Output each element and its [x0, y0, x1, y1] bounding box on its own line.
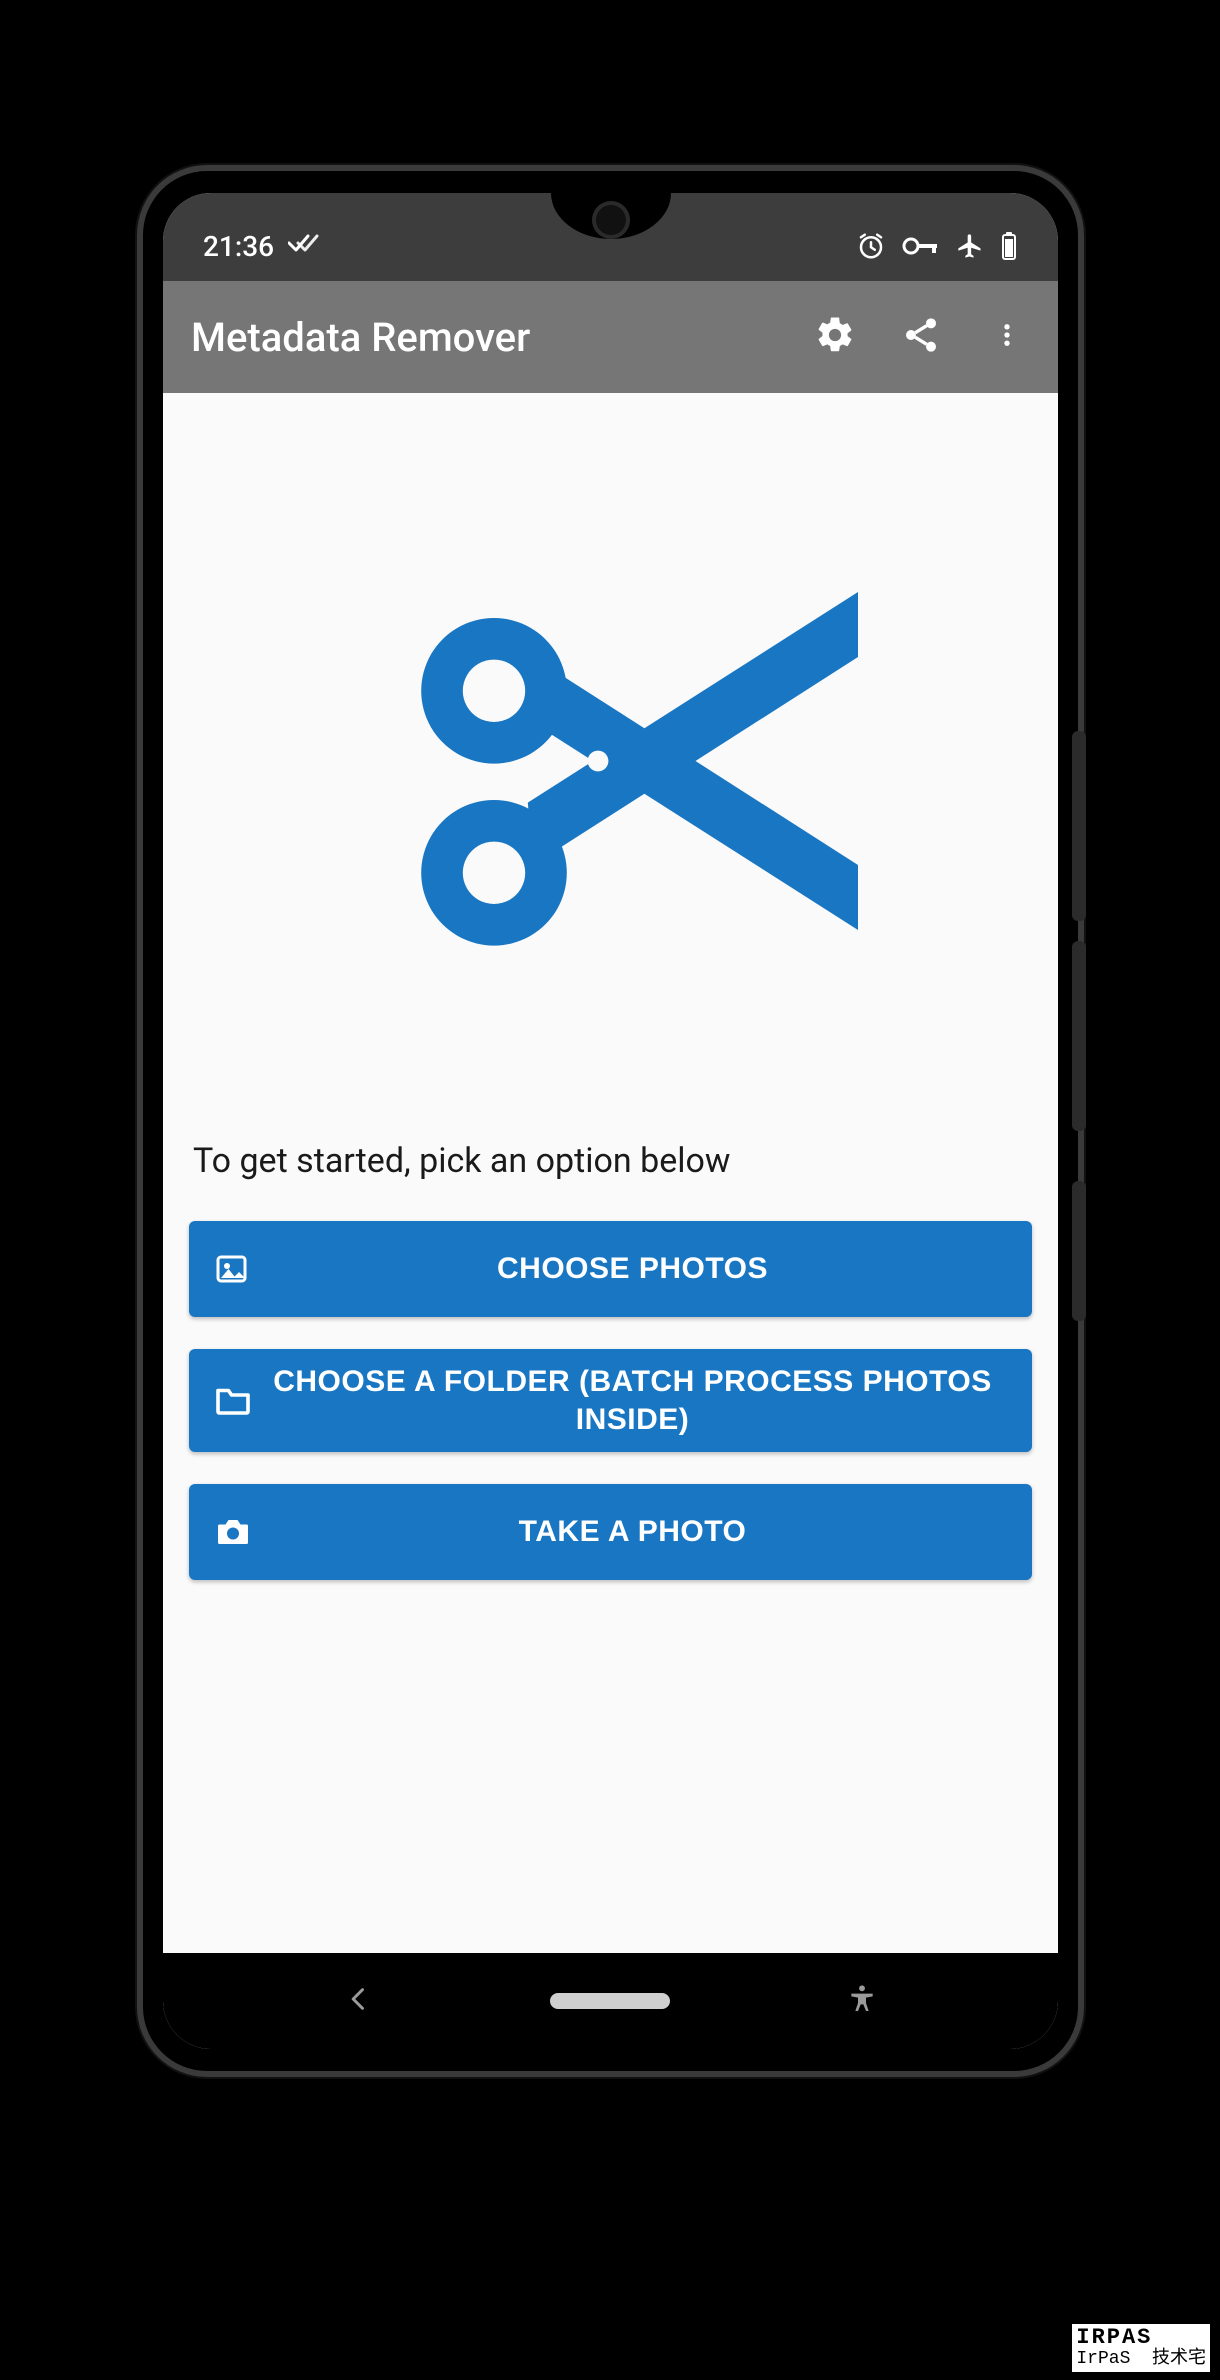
choose-photos-button[interactable]: CHOOSE PHOTOS [189, 1221, 1032, 1317]
share-button[interactable] [896, 312, 946, 362]
nav-back-button[interactable] [299, 1971, 419, 2031]
nav-accessibility-button[interactable] [802, 1971, 922, 2031]
accessibility-icon [846, 1983, 878, 2019]
airplane-icon [956, 232, 984, 260]
folder-icon [211, 1385, 255, 1417]
choose-folder-button[interactable]: CHOOSE A FOLDER (BATCH PROCESS PHOTOS IN… [189, 1349, 1032, 1452]
settings-button[interactable] [810, 312, 860, 362]
alarm-icon [856, 231, 886, 261]
nav-home-button[interactable] [550, 1971, 670, 2031]
overflow-button[interactable] [982, 312, 1032, 362]
scissors-icon [351, 501, 871, 1025]
phone-frame: 21:36 [143, 171, 1078, 2071]
more-vert-icon [993, 315, 1021, 359]
app-title: Metadata Remover [191, 314, 810, 361]
main-content: To get started, pick an option below CHO… [163, 393, 1058, 1953]
watermark: IRPAS IrPaS 技术宅 [1072, 2324, 1210, 2372]
system-nav-bar [163, 1953, 1058, 2049]
take-photo-button[interactable]: TAKE A PHOTO [189, 1484, 1032, 1580]
watermark-line1: IRPAS [1076, 2325, 1152, 2350]
choose-photos-label: CHOOSE PHOTOS [255, 1250, 1010, 1288]
instruction-text: To get started, pick an option below [193, 1141, 1028, 1181]
status-clock: 21:36 [203, 230, 274, 263]
volume-down-button[interactable] [1072, 941, 1086, 1131]
app-bar: Metadata Remover [163, 281, 1058, 393]
image-icon [211, 1251, 255, 1287]
watermark-line2: IrPaS 技术宅 [1076, 2349, 1206, 2369]
share-icon [901, 315, 941, 359]
power-button[interactable] [1072, 1181, 1086, 1321]
gear-icon [814, 314, 856, 360]
stacked-check-icon [288, 230, 320, 263]
camera-icon [211, 1516, 255, 1548]
battery-icon [1000, 231, 1018, 261]
back-icon [345, 1985, 373, 2017]
vpn-key-icon [902, 234, 940, 258]
phone-screen: 21:36 [163, 193, 1058, 2049]
volume-up-button[interactable] [1072, 731, 1086, 921]
take-photo-label: TAKE A PHOTO [255, 1513, 1010, 1551]
choose-folder-label: CHOOSE A FOLDER (BATCH PROCESS PHOTOS IN… [255, 1363, 1010, 1438]
home-pill-icon [550, 1993, 670, 2009]
